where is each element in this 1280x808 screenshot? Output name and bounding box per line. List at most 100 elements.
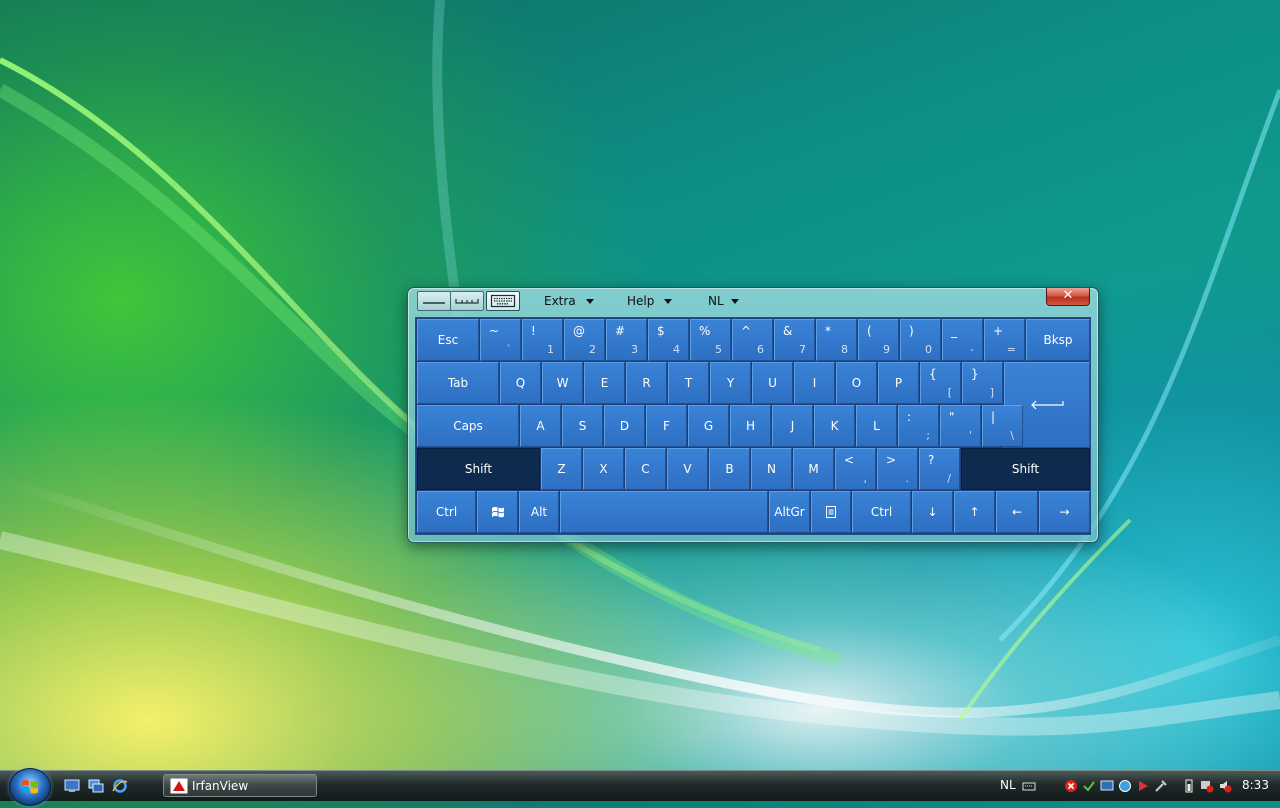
view-minimal-button[interactable] [417, 291, 451, 311]
key-letter[interactable]: R [626, 362, 667, 404]
key-number-row[interactable]: #3 [606, 319, 647, 361]
start-button[interactable] [9, 768, 51, 806]
key-letter[interactable]: U [752, 362, 793, 404]
key-arrow-left[interactable]: ← [996, 491, 1038, 533]
key-punctuation[interactable]: " ' [940, 405, 981, 447]
key-letter[interactable]: H [730, 405, 771, 447]
show-desktop-icon[interactable] [64, 779, 80, 793]
extra-menu[interactable]: Extra [544, 293, 594, 309]
key-letter[interactable]: V [667, 448, 708, 490]
key-number-row[interactable]: ~ ` [480, 319, 521, 361]
key-context-menu[interactable] [811, 491, 851, 533]
key-punctuation[interactable]: ? / [919, 448, 960, 490]
key-shift-right[interactable]: Shift [961, 448, 1090, 490]
key-arrow-right[interactable]: → [1039, 491, 1090, 533]
key-punctuation[interactable]: | \ [982, 405, 1023, 447]
taskbar-button-irfanview[interactable]: IrfanView [163, 774, 317, 797]
key-altgr[interactable]: AltGr [769, 491, 810, 533]
key-letter[interactable]: X [583, 448, 624, 490]
key-base-label: [ [947, 386, 952, 399]
key-letter[interactable]: I [794, 362, 835, 404]
key-letter[interactable]: W [542, 362, 583, 404]
key-ctrl-left[interactable]: Ctrl [417, 491, 476, 533]
windows-logo-icon [491, 506, 504, 518]
key-letter[interactable]: N [751, 448, 792, 490]
key-arrow-down[interactable]: ↓ [912, 491, 953, 533]
internet-explorer-icon[interactable] [112, 779, 128, 793]
osk-titlebar[interactable]: Extra Help NL ✕ [408, 288, 1098, 314]
network-icon[interactable] [1100, 779, 1114, 793]
taskbar-button-label: IrfanView [192, 778, 249, 793]
key-alt[interactable]: Alt [519, 491, 559, 533]
keyboard-icon[interactable] [1022, 779, 1036, 793]
key-arrow-up[interactable]: ↑ [954, 491, 995, 533]
key-number-row[interactable]: ^ 6 [732, 319, 773, 361]
key-letter[interactable]: B [709, 448, 750, 490]
key-letter[interactable]: P [878, 362, 919, 404]
key-letter[interactable]: T [668, 362, 709, 404]
key-backspace[interactable]: Bksp [1026, 319, 1090, 361]
key-space[interactable] [560, 491, 768, 533]
key-letter[interactable]: M [793, 448, 834, 490]
key-letter[interactable]: D [604, 405, 645, 447]
key-number-row[interactable]: (9 [858, 319, 899, 361]
key-letter[interactable]: Q [500, 362, 541, 404]
volume-muted-icon[interactable] [1218, 779, 1232, 793]
clock[interactable]: 8:33 [1242, 778, 1269, 792]
key-letter[interactable]: Z [541, 448, 582, 490]
security-alert-icon[interactable] [1064, 779, 1078, 793]
key-label: X [599, 462, 608, 476]
key-letter[interactable]: L [856, 405, 897, 447]
key-base-label: ; [926, 429, 930, 442]
check-icon[interactable] [1082, 779, 1096, 793]
chevron-down-icon [664, 298, 673, 304]
key-number-row[interactable]: @2 [564, 319, 605, 361]
key-number-row[interactable]: + = [984, 319, 1025, 361]
key-windows[interactable] [477, 491, 518, 533]
network-disconnected-icon[interactable] [1200, 779, 1214, 793]
key-number-row[interactable]: * 8 [816, 319, 857, 361]
key-letter[interactable]: C [625, 448, 666, 490]
key-punctuation[interactable]: >. [877, 448, 918, 490]
switch-windows-icon[interactable] [88, 779, 104, 793]
key-number-row[interactable]: _ - [942, 319, 983, 361]
key-letter[interactable]: O [836, 362, 877, 404]
key-base-label: = [1006, 343, 1016, 356]
key-punctuation[interactable]: :; [898, 405, 939, 447]
key-bracket[interactable]: }] [962, 362, 1003, 404]
key-number-row[interactable]: % 5 [690, 319, 731, 361]
key-number-row[interactable]: & 7 [774, 319, 815, 361]
view-compact-button[interactable] [450, 291, 484, 311]
media-play-icon[interactable] [1136, 779, 1150, 793]
key-caps-lock[interactable]: Caps [417, 405, 519, 447]
language-indicator[interactable]: NL [1000, 778, 1016, 792]
key-punctuation[interactable]: <, [835, 448, 876, 490]
help-menu[interactable]: Help [627, 293, 673, 309]
key-number-row[interactable]: ! 1 [522, 319, 563, 361]
key-label: W [556, 376, 569, 390]
key-shift-label: ) [909, 324, 914, 338]
key-letter[interactable]: A [520, 405, 561, 447]
tools-icon[interactable] [1154, 779, 1168, 793]
key-bracket[interactable]: {[ [920, 362, 961, 404]
key-letter[interactable]: S [562, 405, 603, 447]
key-shift-left[interactable]: Shift [417, 448, 540, 490]
language-menu[interactable]: NL [708, 293, 739, 309]
key-letter[interactable]: F [646, 405, 687, 447]
update-icon[interactable] [1118, 779, 1132, 793]
key-number-row[interactable]: $4 [648, 319, 689, 361]
key-letter[interactable]: J [772, 405, 813, 447]
key-letter[interactable]: E [584, 362, 625, 404]
key-tab[interactable]: Tab [417, 362, 499, 404]
key-esc[interactable]: Esc [417, 319, 479, 361]
keyboard-keys-area: Esc ~ `! 1 @2 #3 $4% 5 ^ 6 & 7 * 8(9) 0 _ - + = Bksp Tab … [415, 317, 1091, 535]
key-letter[interactable]: G [688, 405, 729, 447]
view-full-keyboard-button[interactable] [486, 291, 520, 311]
key-number-row[interactable]: ) 0 [900, 319, 941, 361]
key-letter[interactable]: K [814, 405, 855, 447]
key-letter[interactable]: Y [710, 362, 751, 404]
battery-icon[interactable] [1182, 779, 1196, 793]
key-ctrl-right[interactable]: Ctrl [852, 491, 911, 533]
key-label: J [790, 419, 795, 433]
close-button[interactable]: ✕ [1046, 288, 1090, 306]
